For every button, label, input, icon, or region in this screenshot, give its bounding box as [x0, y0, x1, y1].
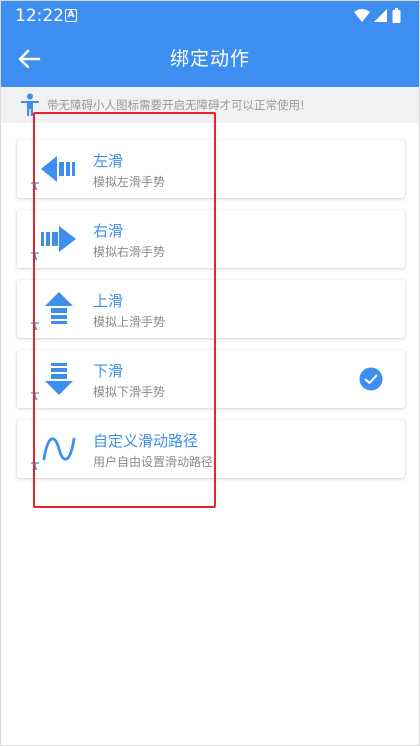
swipe-down-arrow-icon	[45, 363, 73, 395]
action-subtitle: 用户自由设置滑动路径	[93, 455, 214, 469]
accessibility-marker-icon	[31, 182, 39, 190]
page-title: 绑定动作	[169, 48, 250, 70]
action-subtitle: 模拟右滑手势	[93, 245, 166, 259]
accessibility-marker-icon	[31, 462, 39, 470]
action-subtitle: 模拟左滑手势	[93, 175, 166, 189]
signal-icon	[374, 9, 387, 22]
action-list: 左滑 模拟左滑手势 右滑 模拟右滑手势 上滑 模拟上滑手势 下滑 模拟下滑手势 …	[17, 140, 405, 490]
swipe-left-arrow-icon	[41, 156, 75, 182]
action-item-swipe-up[interactable]: 上滑 模拟上滑手势	[17, 280, 405, 338]
action-item-swipe-right[interactable]: 右滑 模拟右滑手势	[17, 210, 405, 268]
action-title: 左滑	[93, 152, 124, 170]
accessibility-person-icon	[21, 93, 39, 116]
swipe-right-arrow-icon	[41, 226, 76, 252]
action-subtitle: 模拟上滑手势	[93, 315, 166, 329]
status-time: 12:22	[15, 6, 64, 26]
wifi-icon	[354, 9, 370, 22]
status-icons	[354, 8, 401, 23]
app-bar: 绑定动作	[1, 31, 419, 87]
action-subtitle: 模拟下滑手势	[93, 385, 166, 399]
screen: 12:22 A 绑定动作 带无障碍小人图标需要开启无障碍才可以正常使用! 左滑 …	[0, 0, 420, 746]
action-item-swipe-left[interactable]: 左滑 模拟左滑手势	[17, 140, 405, 198]
accessibility-marker-icon	[31, 252, 39, 260]
action-title: 右滑	[93, 222, 124, 240]
action-item-custom-path[interactable]: 自定义滑动路径 用户自由设置滑动路径	[17, 420, 405, 478]
action-title: 上滑	[93, 292, 124, 310]
battery-icon	[392, 8, 401, 23]
notice-text: 带无障碍小人图标需要开启无障碍才可以正常使用!	[47, 98, 305, 112]
swipe-up-arrow-icon	[45, 292, 73, 324]
action-title: 自定义滑动路径	[93, 432, 199, 450]
accessibility-notice: 带无障碍小人图标需要开启无障碍才可以正常使用!	[1, 87, 419, 123]
selected-check-icon	[359, 367, 383, 391]
action-item-swipe-down[interactable]: 下滑 模拟下滑手势	[17, 350, 405, 408]
accessibility-marker-icon	[31, 392, 39, 400]
action-title: 下滑	[93, 362, 124, 380]
custom-path-wave-icon	[42, 437, 76, 461]
status-bar: 12:22 A	[1, 1, 419, 31]
accessibility-marker-icon	[31, 322, 39, 330]
notification-a-icon: A	[65, 9, 77, 22]
